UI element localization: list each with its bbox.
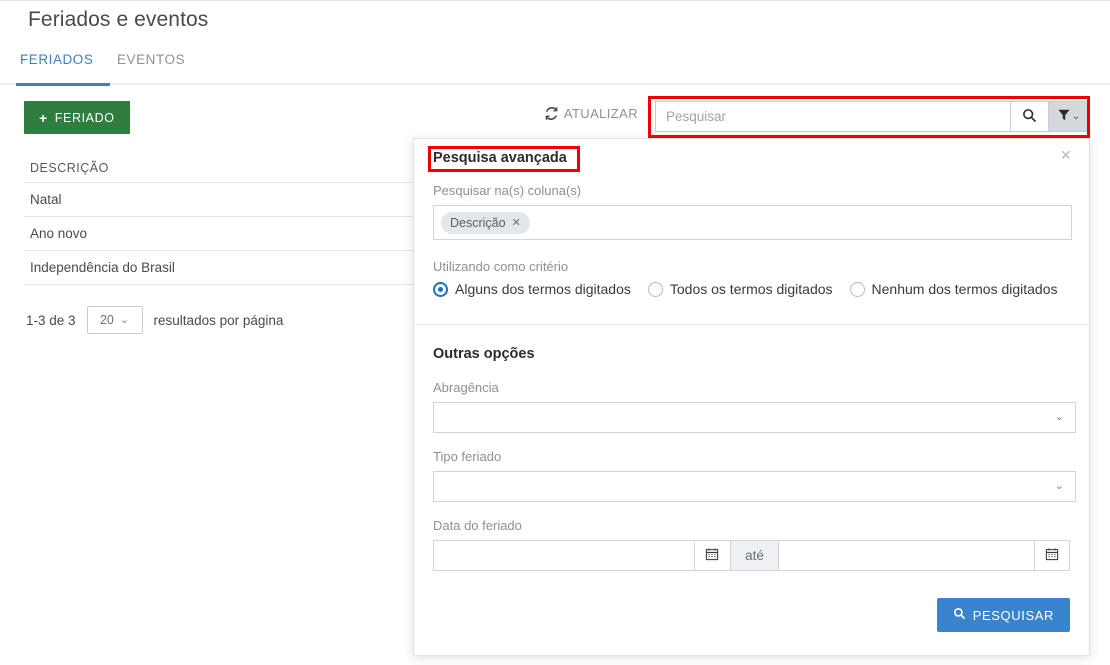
per-page-value: 20 [99, 313, 114, 327]
calendar-icon [1045, 547, 1059, 564]
chevron-down-icon: ⌄ [119, 313, 130, 326]
criteria-option-nenhum[interactable]: Nenhum dos termos digitados [849, 281, 1058, 297]
criteria-option-label: Todos os termos digitados [669, 281, 833, 297]
search-submit-button[interactable] [1010, 101, 1048, 132]
refresh-icon [544, 106, 559, 121]
column-chip-label: Descrição [450, 215, 506, 230]
submit-search-button[interactable]: PESQUISAR [936, 598, 1070, 632]
funnel-icon [1057, 108, 1071, 125]
page-title: Feriados e eventos [28, 8, 209, 31]
panel-section-other-options: Outras opções Abragência ⌄ Tipo feriado … [414, 325, 1089, 571]
tab-feriados[interactable]: FERIADOS [18, 52, 95, 85]
criteria-field-label: Utilizando como critério [433, 259, 569, 274]
tab-eventos[interactable]: EVENTOS [115, 52, 187, 85]
tab-bar: FERIADOS EVENTOS [0, 52, 1110, 85]
radio-icon [433, 281, 448, 297]
refresh-button[interactable]: ATUALIZAR [544, 106, 638, 121]
other-options-heading: Outras opções [433, 346, 535, 362]
column-chip-descricao[interactable]: Descrição ✕ [441, 211, 530, 234]
holiday-type-field-label: Tipo feriado [433, 449, 502, 464]
plus-icon: + [39, 109, 48, 126]
pagination: 1-3 de 3 20 ⌄ resultados por página [26, 306, 283, 334]
remove-chip-icon[interactable]: ✕ [512, 216, 521, 229]
add-feriado-label: FERIADO [54, 110, 115, 125]
date-to-calendar-button[interactable] [1034, 540, 1070, 571]
criteria-option-todos[interactable]: Todos os termos digitados [647, 281, 833, 297]
search-input[interactable] [655, 101, 1010, 132]
radio-icon [647, 281, 663, 297]
chevron-down-icon: ⌄ [1071, 110, 1081, 122]
chevron-down-icon: ⌄ [1054, 480, 1064, 492]
date-from-calendar-button[interactable] [693, 540, 730, 571]
radio-icon [849, 281, 865, 297]
date-range-separator: até [729, 540, 779, 571]
search-group: ⌄ [655, 101, 1089, 132]
advanced-search-panel: Pesquisa avançada × Pesquisar na(s) colu… [413, 138, 1090, 656]
refresh-label: ATUALIZAR [563, 106, 638, 121]
submit-search-label: PESQUISAR [972, 607, 1054, 623]
chevron-down-icon: ⌄ [1054, 411, 1064, 423]
tab-active-indicator [16, 83, 110, 86]
search-icon [953, 607, 966, 623]
date-from-input[interactable] [433, 540, 694, 571]
columns-field-label: Pesquisar na(s) coluna(s) [433, 183, 582, 198]
criteria-option-alguns[interactable]: Alguns dos termos digitados [433, 281, 631, 297]
add-feriado-button[interactable]: + FERIADO [24, 101, 130, 134]
criteria-option-label: Alguns dos termos digitados [455, 281, 631, 297]
scope-field-label: Abragência [433, 380, 499, 395]
per-page-select[interactable]: 20 ⌄ [86, 306, 143, 334]
panel-section-columns: Pesquisar na(s) coluna(s) Descrição ✕ Ut… [414, 139, 1089, 325]
columns-tag-input[interactable]: Descrição ✕ [433, 205, 1072, 240]
scope-select[interactable]: ⌄ [433, 402, 1076, 433]
pagination-range: 1-3 de 3 [26, 312, 76, 328]
criteria-radio-group: Alguns dos termos digitados Todos os ter… [433, 281, 1070, 297]
date-to-input[interactable] [778, 540, 1035, 571]
criteria-option-label: Nenhum dos termos digitados [871, 281, 1058, 297]
app-root: Feriados e eventos FERIADOS EVENTOS + FE… [0, 0, 1110, 665]
calendar-icon [705, 547, 719, 564]
search-icon [1022, 108, 1037, 126]
advanced-filter-toggle[interactable]: ⌄ [1048, 101, 1089, 132]
holiday-type-select[interactable]: ⌄ [433, 471, 1076, 502]
per-page-label: resultados por página [153, 312, 284, 328]
date-field-label: Data do feriado [433, 518, 522, 533]
date-range-row: até [433, 540, 1070, 571]
